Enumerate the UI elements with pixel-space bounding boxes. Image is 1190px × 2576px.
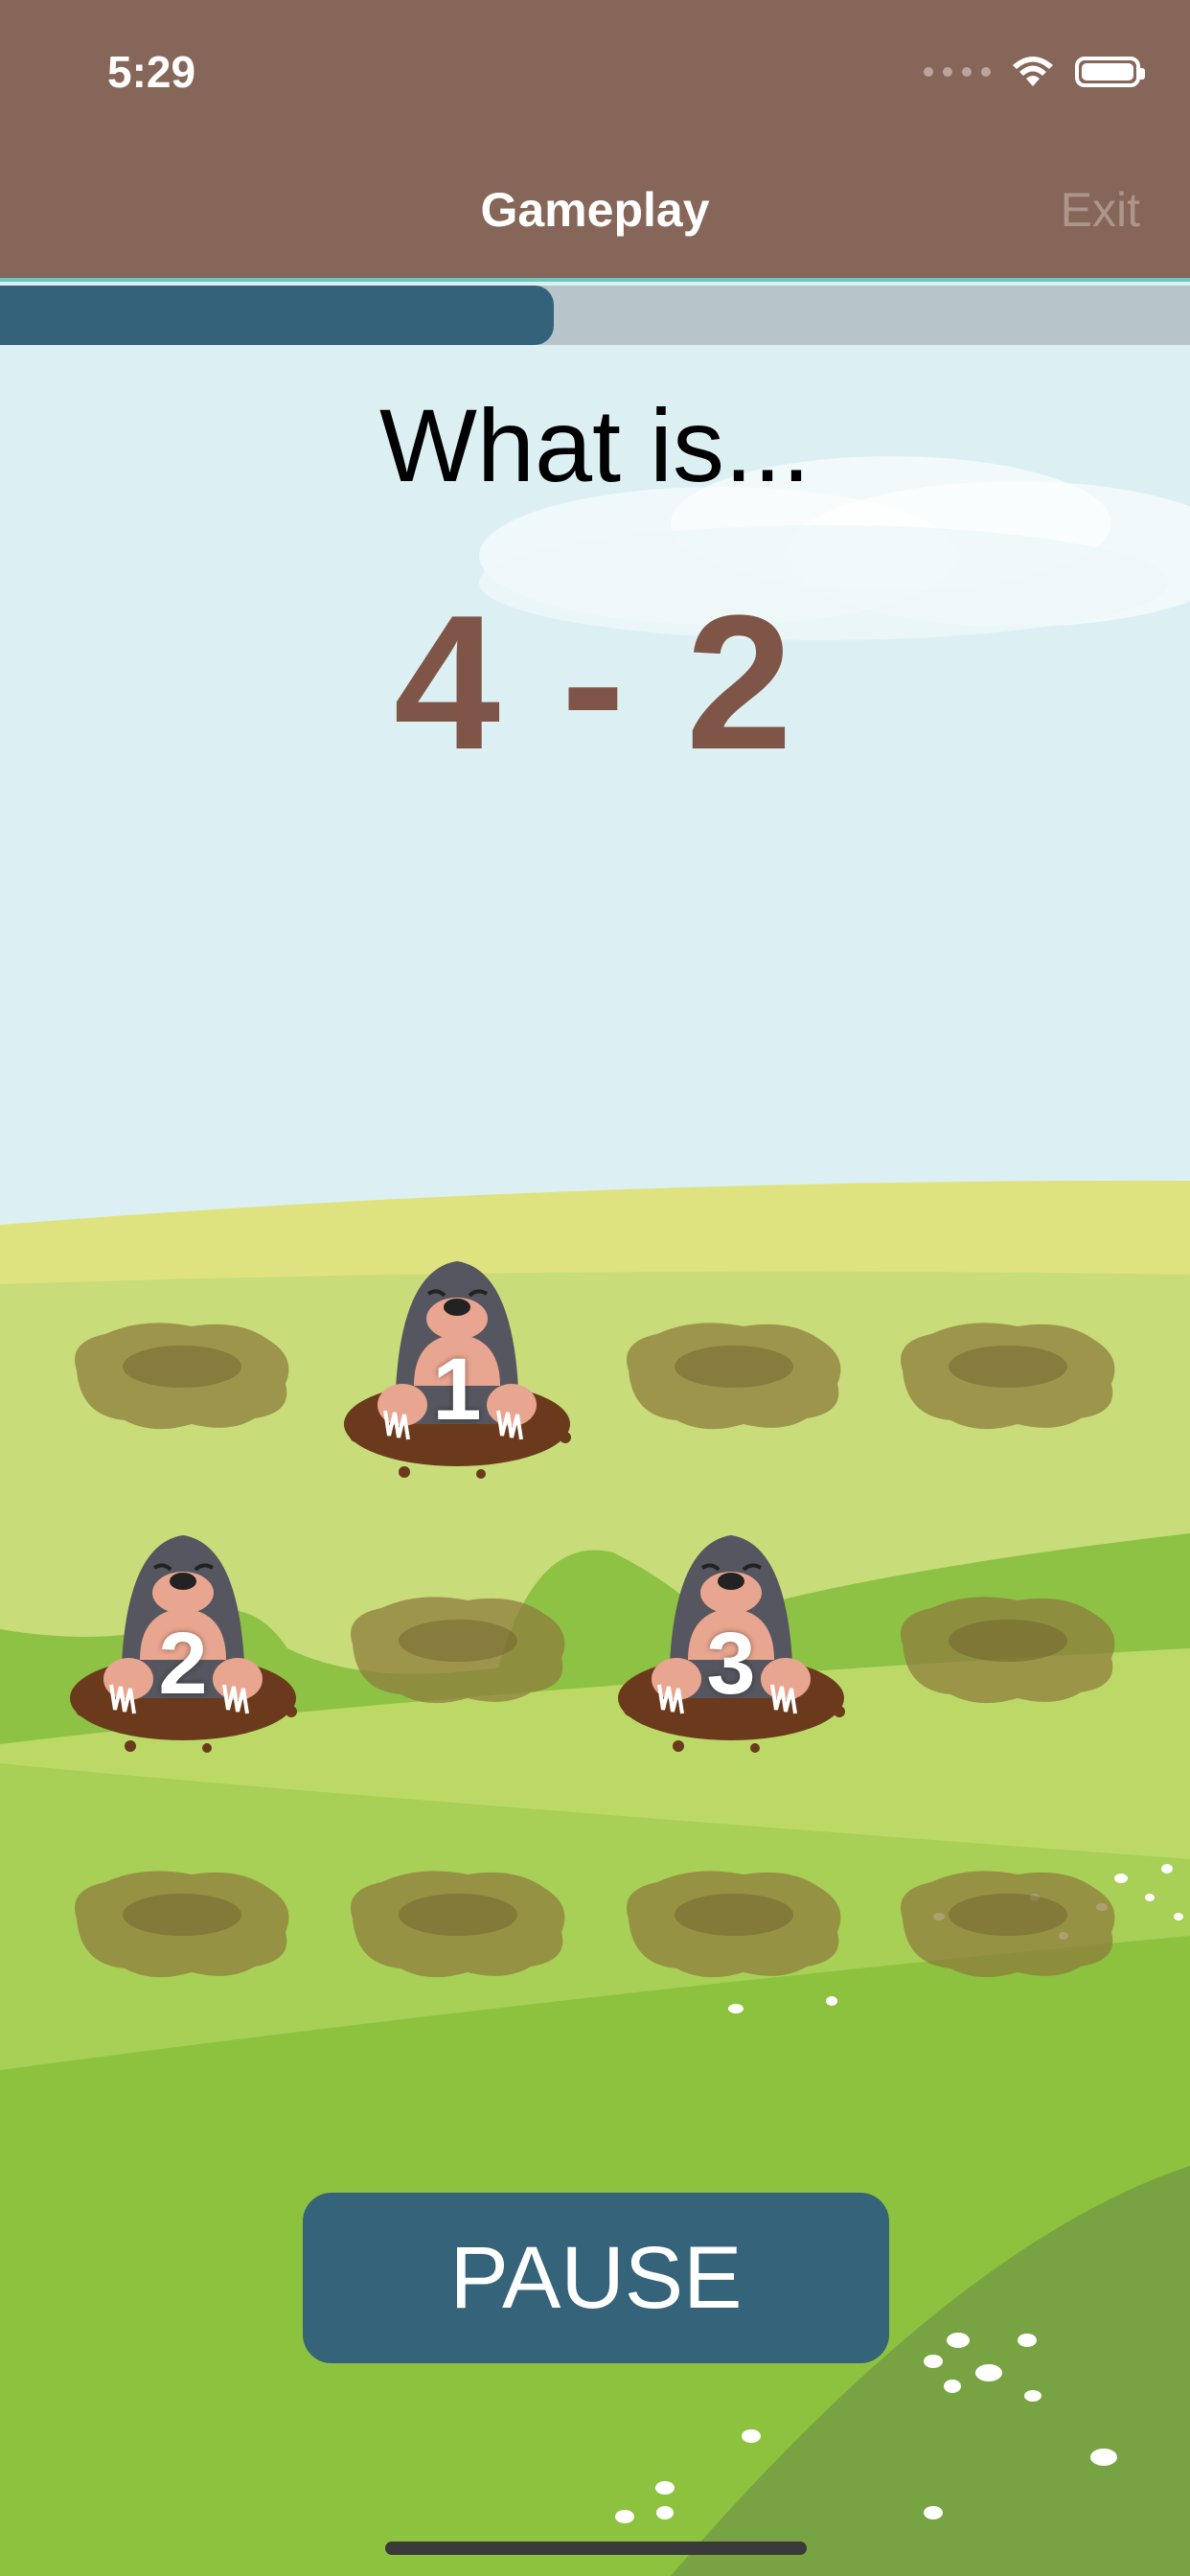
page-title: Gameplay [480,183,710,237]
mole-3[interactable]: 3 [611,1506,851,1756]
mole-hole[interactable] [343,1587,573,1712]
mole-hole[interactable] [619,1861,849,1986]
mole-2[interactable]: 2 [63,1506,303,1756]
time-progress-bar [0,286,1190,345]
mole-hole[interactable] [619,1313,849,1438]
equation: 4 - 2 [393,576,797,790]
status-time: 5:29 [107,47,196,97]
mole-hole[interactable] [67,1861,297,1986]
mole-hole[interactable] [893,1861,1123,1986]
question-prompt: What is... [378,387,812,503]
mole-hole[interactable] [893,1313,1123,1438]
mole-hole[interactable] [343,1861,573,1986]
mole-answer-label: 2 [158,1615,208,1713]
pause-button[interactable]: PAUSE [303,2193,889,2363]
mole-1[interactable]: 1 [337,1232,577,1482]
navigation-bar: 5:29 Gameplay Exit [0,0,1190,282]
home-indicator[interactable] [385,2542,807,2555]
mole-answer-label: 3 [706,1615,756,1713]
wifi-icon [1013,57,1053,86]
exit-button[interactable]: Exit [1061,182,1140,238]
mole-answer-label: 1 [432,1341,482,1438]
mole-hole[interactable] [893,1587,1123,1712]
time-progress-fill [0,286,554,345]
mole-hole[interactable] [67,1313,297,1438]
game-screen: 5:29 Gameplay Exit What is... 4 - 2 1 2 … [0,0,1190,2576]
battery-icon [1075,57,1145,87]
nav-divider [0,278,1190,282]
cellular-signal-icon [924,67,991,77]
status-icons [924,56,1145,88]
